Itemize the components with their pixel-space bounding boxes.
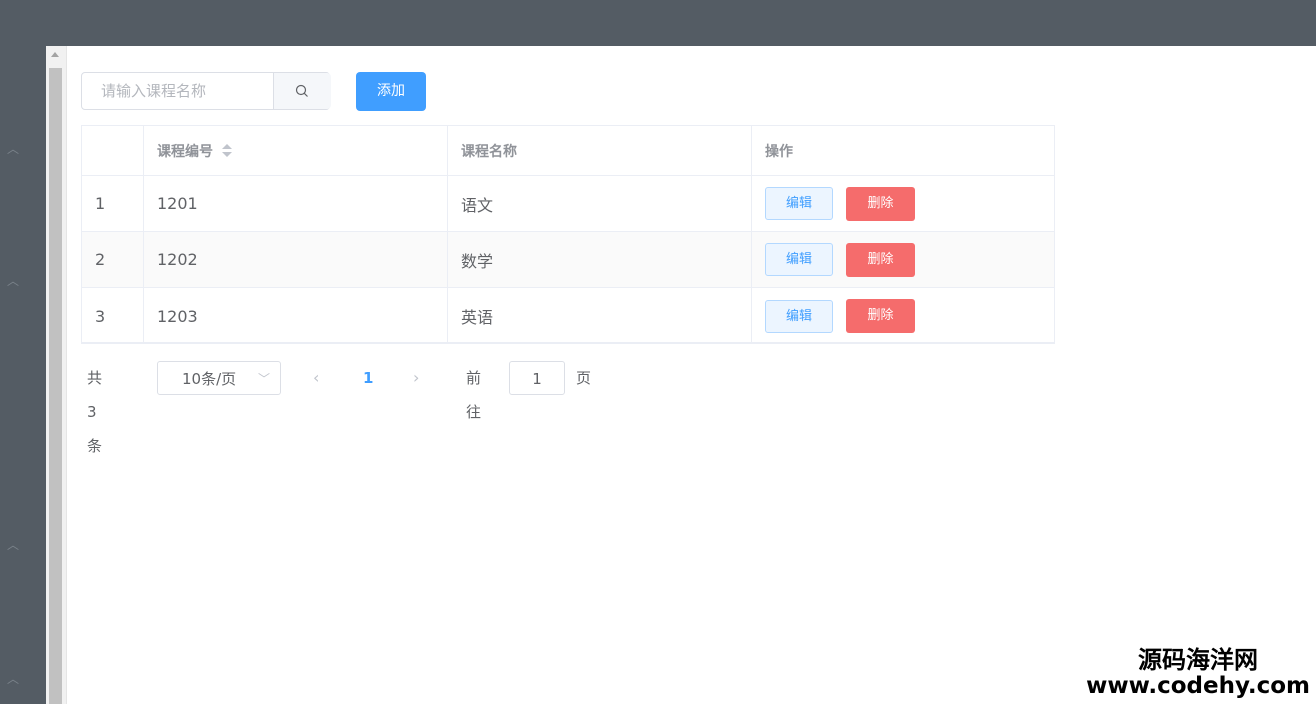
- top-header-bar: [0, 0, 1316, 46]
- table-row: 2 1202 数学 编辑 删除: [82, 232, 1054, 288]
- goto-label: 前往: [466, 369, 482, 421]
- total-count: 共 3 条: [87, 369, 103, 455]
- page-number-current[interactable]: 1: [363, 361, 373, 395]
- vertical-scrollbar[interactable]: [46, 46, 67, 704]
- chevron-up-icon[interactable]: ︿: [6, 274, 20, 288]
- chevron-up-icon[interactable]: ︿: [6, 142, 20, 156]
- course-code: 1203: [144, 288, 448, 344]
- header-course-code-label: 课程编号: [157, 143, 213, 160]
- search-button[interactable]: [273, 73, 331, 109]
- table-header-row: 课程编号 课程名称 操作: [82, 126, 1054, 176]
- next-page-icon[interactable]: ›: [413, 361, 419, 395]
- row-actions: 编辑 删除: [752, 288, 1054, 344]
- table-row: 1 1201 语文 编辑 删除: [82, 176, 1054, 232]
- watermark: 源码海洋网 www.codehy.com: [1086, 646, 1310, 698]
- delete-button[interactable]: 删除: [846, 299, 915, 333]
- prev-page-icon[interactable]: ‹: [313, 361, 319, 395]
- chevron-down-icon: ﹀: [257, 372, 270, 386]
- header-actions: 操作: [765, 143, 793, 160]
- sidebar: ︿ ︿ ︿ ︿: [0, 46, 46, 704]
- delete-button[interactable]: 删除: [846, 242, 915, 277]
- course-table: 课程编号 课程名称 操作 1 1201 语文 编辑 删除 2 1202 数学 编…: [81, 125, 1055, 344]
- row-actions: 编辑 删除: [752, 232, 1054, 287]
- row-index: 3: [82, 288, 144, 344]
- header-course-code[interactable]: 课程编号: [144, 126, 448, 175]
- chevron-up-icon[interactable]: ︿: [6, 672, 20, 686]
- watermark-url: www.codehy.com: [1086, 673, 1310, 699]
- edit-button[interactable]: 编辑: [765, 187, 833, 220]
- chevron-up-icon[interactable]: ︿: [6, 538, 20, 552]
- add-button[interactable]: 添加: [356, 72, 426, 111]
- page-size-value: 10条/页: [182, 370, 237, 388]
- course-code: 1202: [144, 232, 448, 287]
- edit-button[interactable]: 编辑: [765, 299, 833, 333]
- page-size-select[interactable]: 10条/页 ﹀: [157, 361, 281, 395]
- scroll-up-arrow-icon[interactable]: [51, 52, 59, 57]
- edit-button[interactable]: 编辑: [765, 243, 833, 276]
- row-actions: 编辑 删除: [752, 176, 1054, 231]
- sort-caret-icon[interactable]: [222, 143, 232, 158]
- watermark-name: 源码海洋网: [1138, 646, 1259, 674]
- page-suffix-label: 页: [576, 369, 592, 387]
- row-index: 1: [82, 176, 144, 231]
- search-icon: [295, 84, 308, 97]
- search-group: [81, 72, 331, 110]
- header-index: [82, 126, 144, 175]
- course-name: 语文: [448, 176, 752, 231]
- table-row: 3 1203 英语 编辑 删除: [82, 288, 1054, 344]
- course-name: 数学: [448, 232, 752, 287]
- header-course-name: 课程名称: [448, 126, 752, 175]
- scrollbar-thumb[interactable]: [49, 68, 62, 704]
- row-index: 2: [82, 232, 144, 287]
- delete-button[interactable]: 删除: [846, 186, 915, 221]
- goto-page-input[interactable]: 1: [509, 361, 565, 395]
- course-name-search-input[interactable]: [82, 73, 291, 109]
- course-code: 1201: [144, 176, 448, 231]
- course-name: 英语: [448, 288, 752, 344]
